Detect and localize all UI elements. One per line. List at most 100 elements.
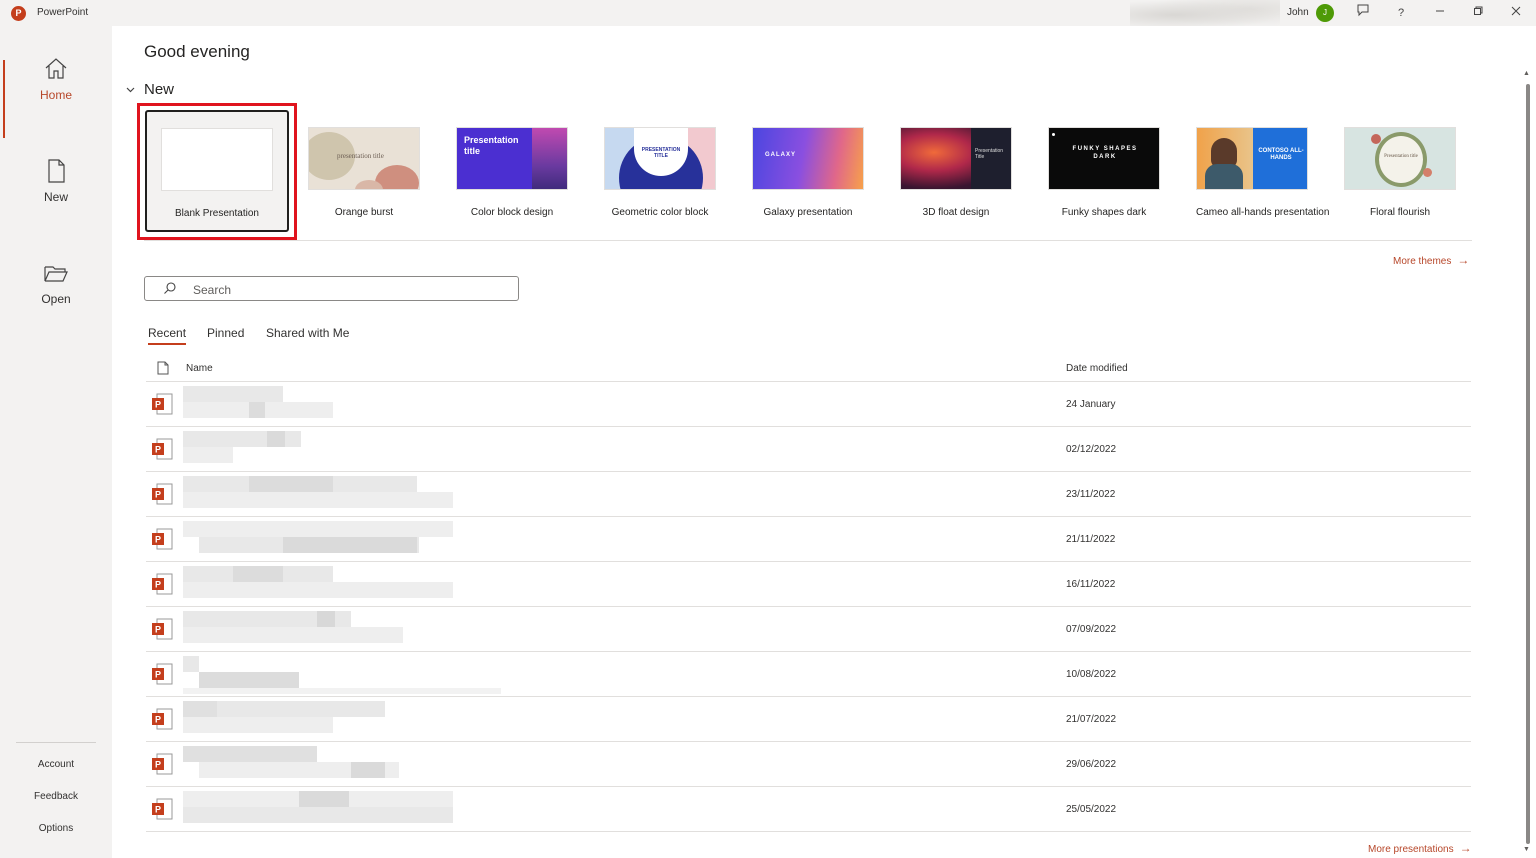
file-date: 10/08/2022: [1066, 669, 1117, 680]
svg-text:P: P: [155, 580, 161, 590]
file-date: 29/06/2022: [1066, 759, 1117, 770]
minimize-icon[interactable]: [1430, 3, 1450, 23]
svg-text:P: P: [155, 490, 161, 500]
scroll-down-icon[interactable]: ▼: [1523, 846, 1530, 853]
table-row[interactable]: P 29/06/2022: [146, 742, 1471, 787]
template-cameo-all-hands-presentation[interactable]: CONTOSO ALL-HANDS Cameo all-hands presen…: [1196, 127, 1330, 218]
template-name: Cameo all-hands presentation: [1196, 207, 1330, 218]
nav-item-open[interactable]: Open: [0, 248, 112, 328]
file-name-redacted: [183, 789, 503, 829]
new-document-icon: [48, 159, 65, 183]
svg-text:P: P: [155, 670, 161, 680]
pptx-file-icon: P: [152, 573, 173, 595]
new-section-title: New: [144, 81, 175, 98]
template-3d-float-design[interactable]: Presentation Title 3D float design: [900, 127, 1012, 218]
table-row[interactable]: P 10/08/2022: [146, 652, 1471, 697]
table-row[interactable]: P 25/05/2022: [146, 787, 1471, 832]
more-presentations-label: More presentations: [1368, 844, 1454, 855]
search-input[interactable]: Search: [144, 276, 519, 301]
template-color-block-design[interactable]: Presentation title Color block design: [456, 127, 568, 218]
svg-text:P: P: [155, 760, 161, 770]
table-row[interactable]: P 21/11/2022: [146, 517, 1471, 562]
column-header-name[interactable]: Name: [186, 363, 213, 374]
scrollbar-thumb[interactable]: [1526, 84, 1530, 844]
nav-item-label: Home: [39, 88, 72, 102]
more-presentations-link[interactable]: More presentations →: [1368, 841, 1472, 855]
svg-text:P: P: [155, 535, 161, 545]
home-icon: [45, 58, 67, 79]
arrow-right-icon: →: [1459, 841, 1472, 855]
nav-item-home[interactable]: Home: [0, 44, 112, 138]
template-name: Galaxy presentation: [763, 207, 853, 218]
nav-item-feedback[interactable]: Feedback: [0, 791, 112, 802]
file-date: 02/12/2022: [1066, 444, 1117, 455]
file-name-redacted: [183, 609, 503, 649]
table-row[interactable]: P 07/09/2022: [146, 607, 1471, 652]
template-thumbnail: PRESENTATION TITLE: [604, 127, 716, 190]
arrow-right-icon: →: [1457, 253, 1470, 267]
folder-open-icon: [44, 266, 68, 282]
template-name: 3D float design: [922, 207, 990, 218]
pptx-file-icon: P: [152, 483, 173, 505]
search-placeholder: Search: [193, 283, 232, 297]
file-date: 21/07/2022: [1066, 714, 1117, 725]
template-thumb-text: Presentation Title: [975, 148, 1004, 160]
feedback-icon[interactable]: [1353, 3, 1373, 23]
template-floral-flourish[interactable]: Presentation title Floral flourish: [1344, 127, 1456, 218]
template-funky-shapes-dark[interactable]: FUNKY SHAPES DARK Funky shapes dark: [1048, 127, 1160, 218]
template-thumbnail: presentation title: [308, 127, 420, 190]
file-name-redacted: [183, 519, 503, 559]
vertical-scrollbar[interactable]: ▲ ▼: [1523, 70, 1531, 854]
more-themes-link[interactable]: More themes →: [1393, 253, 1469, 267]
table-row[interactable]: P 16/11/2022: [146, 562, 1471, 607]
file-date: 07/09/2022: [1066, 624, 1117, 635]
nav-item-options[interactable]: Options: [0, 823, 112, 834]
new-section-header[interactable]: New: [126, 81, 174, 98]
svg-text:P: P: [155, 625, 161, 635]
svg-text:P: P: [155, 400, 161, 410]
table-row[interactable]: P 23/11/2022: [146, 472, 1471, 517]
template-name: Color block design: [470, 207, 554, 218]
template-orange-burst[interactable]: presentation title Orange burst: [308, 127, 420, 218]
file-name-redacted: [183, 744, 503, 784]
template-thumb-text: Presentation title: [1384, 154, 1418, 159]
template-name: Funky shapes dark: [1061, 207, 1147, 218]
template-thumbnail: CONTOSO ALL-HANDS: [1196, 127, 1308, 190]
tab-pinned[interactable]: Pinned: [207, 326, 244, 340]
avatar[interactable]: J: [1316, 4, 1334, 22]
nav-item-new[interactable]: New: [0, 146, 112, 226]
file-date: 16/11/2022: [1066, 579, 1116, 590]
template-geometric-color-block[interactable]: PRESENTATION TITLE Geometric color block: [604, 127, 716, 218]
pptx-file-icon: P: [152, 393, 173, 415]
section-divider: [144, 240, 1472, 241]
template-thumbnail: GALAXY: [752, 127, 864, 190]
pptx-file-icon: P: [152, 798, 173, 820]
pptx-file-icon: P: [152, 618, 173, 640]
file-date: 24 January: [1066, 399, 1116, 410]
close-icon[interactable]: [1506, 3, 1526, 23]
template-galaxy-presentation[interactable]: GALAXY Galaxy presentation: [752, 127, 864, 218]
template-thumbnail: Presentation Title: [900, 127, 1012, 190]
file-date: 25/05/2022: [1066, 804, 1117, 815]
tab-recent[interactable]: Recent: [148, 326, 187, 345]
blank-presentation-template[interactable]: Blank Presentation: [145, 110, 289, 232]
nav-item-label: Open: [41, 292, 71, 306]
nav-item-account[interactable]: Account: [0, 759, 112, 770]
chevron-down-icon[interactable]: [126, 85, 142, 97]
table-row[interactable]: P 02/12/2022: [146, 427, 1471, 472]
tab-shared-with-me[interactable]: Shared with Me: [266, 326, 349, 340]
column-header-date[interactable]: Date modified: [1066, 363, 1128, 374]
table-row[interactable]: P 24 January: [146, 382, 1471, 427]
scroll-up-icon[interactable]: ▲: [1523, 70, 1530, 77]
nav-item-label: New: [43, 190, 68, 204]
restore-icon[interactable]: [1468, 3, 1488, 23]
table-row[interactable]: P 21/07/2022: [146, 697, 1471, 742]
template-name: Blank Presentation: [175, 208, 259, 219]
file-date: 23/11/2022: [1066, 489, 1116, 500]
svg-text:P: P: [155, 715, 161, 725]
user-name[interactable]: John: [1287, 7, 1309, 18]
help-icon[interactable]: ?: [1391, 3, 1411, 23]
template-name: Geometric color block: [611, 207, 709, 218]
pptx-file-icon: P: [152, 708, 173, 730]
blank-thumbnail: [161, 128, 273, 191]
